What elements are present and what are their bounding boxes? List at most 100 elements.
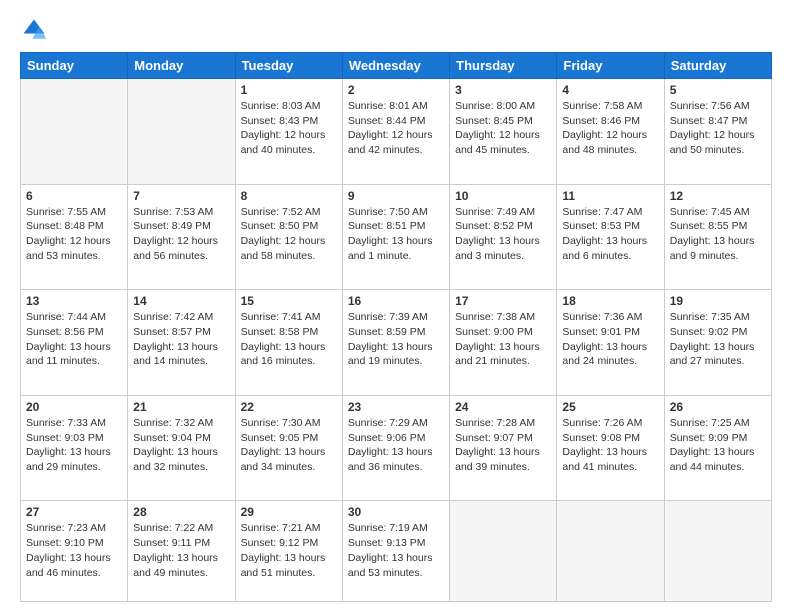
day-info: Sunrise: 7:45 AM Sunset: 8:55 PM Dayligh… xyxy=(670,205,766,264)
calendar-day-cell: 15Sunrise: 7:41 AM Sunset: 8:58 PM Dayli… xyxy=(235,290,342,396)
calendar-day-cell: 30Sunrise: 7:19 AM Sunset: 9:13 PM Dayli… xyxy=(342,501,449,602)
calendar-day-cell: 22Sunrise: 7:30 AM Sunset: 9:05 PM Dayli… xyxy=(235,395,342,501)
day-info: Sunrise: 7:35 AM Sunset: 9:02 PM Dayligh… xyxy=(670,310,766,369)
day-number: 4 xyxy=(562,83,658,97)
calendar-day-cell xyxy=(664,501,771,602)
day-info: Sunrise: 7:32 AM Sunset: 9:04 PM Dayligh… xyxy=(133,416,229,475)
calendar-day-cell xyxy=(128,79,235,185)
day-number: 10 xyxy=(455,189,551,203)
calendar-day-cell: 1Sunrise: 8:03 AM Sunset: 8:43 PM Daylig… xyxy=(235,79,342,185)
day-number: 1 xyxy=(241,83,337,97)
page: SundayMondayTuesdayWednesdayThursdayFrid… xyxy=(0,0,792,612)
day-info: Sunrise: 7:52 AM Sunset: 8:50 PM Dayligh… xyxy=(241,205,337,264)
day-number: 3 xyxy=(455,83,551,97)
calendar-day-cell: 24 Sunrise: 7:28 AM Sunset: 9:07 PM Dayli… xyxy=(450,395,557,501)
day-number: 6 xyxy=(26,189,122,203)
day-info: Sunrise: 7:33 AM Sunset: 9:03 PM Dayligh… xyxy=(26,416,122,475)
calendar-day-cell xyxy=(21,79,128,185)
calendar-day-cell: 7Sunrise: 7:53 AM Sunset: 8:49 PM Daylig… xyxy=(128,184,235,290)
day-number: 11 xyxy=(562,189,658,203)
calendar-day-cell: 29 Sunrise: 7:21 AM Sunset: 9:12 PM Dayli… xyxy=(235,501,342,602)
day-info: Sunrise: 8:00 AM Sunset: 8:45 PM Dayligh… xyxy=(455,99,551,158)
calendar-day-header: Friday xyxy=(557,53,664,79)
calendar-day-header: Saturday xyxy=(664,53,771,79)
day-info: Sunrise: 8:01 AM Sunset: 8:44 PM Dayligh… xyxy=(348,99,444,158)
day-number: 26 xyxy=(670,400,766,414)
day-number: 2 xyxy=(348,83,444,97)
calendar-day-cell: 11 Sunrise: 7:47 AM Sunset: 8:53 PM Dayli… xyxy=(557,184,664,290)
day-number: 8 xyxy=(241,189,337,203)
calendar-day-cell xyxy=(557,501,664,602)
calendar-day-cell: 19 Sunrise: 7:35 AM Sunset: 9:02 PM Dayli… xyxy=(664,290,771,396)
calendar-day-cell: 14 Sunrise: 7:42 AM Sunset: 8:57 PM Dayli… xyxy=(128,290,235,396)
calendar-day-cell: 25 Sunrise: 7:26 AM Sunset: 9:08 PM Dayli… xyxy=(557,395,664,501)
day-number: 23 xyxy=(348,400,444,414)
calendar-day-cell: 13 Sunrise: 7:44 AM Sunset: 8:56 PM Dayli… xyxy=(21,290,128,396)
day-info: Sunrise: 7:21 AM Sunset: 9:12 PM Dayligh… xyxy=(241,521,337,580)
day-number: 18 xyxy=(562,294,658,308)
calendar-day-cell xyxy=(450,501,557,602)
calendar-day-header: Tuesday xyxy=(235,53,342,79)
day-number: 14 xyxy=(133,294,229,308)
calendar-day-cell: 21 Sunrise: 7:32 AM Sunset: 9:04 PM Dayli… xyxy=(128,395,235,501)
day-info: Sunrise: 7:42 AM Sunset: 8:57 PM Dayligh… xyxy=(133,310,229,369)
day-number: 29 xyxy=(241,505,337,519)
day-info: Sunrise: 7:38 AM Sunset: 9:00 PM Dayligh… xyxy=(455,310,551,369)
calendar-week-row: 20Sunrise: 7:33 AM Sunset: 9:03 PM Dayli… xyxy=(21,395,772,501)
logo-icon xyxy=(20,16,48,44)
calendar-day-cell: 23 Sunrise: 7:29 AM Sunset: 9:06 PM Dayli… xyxy=(342,395,449,501)
calendar-day-cell: 12 Sunrise: 7:45 AM Sunset: 8:55 PM Dayli… xyxy=(664,184,771,290)
day-info: Sunrise: 7:19 AM Sunset: 9:13 PM Dayligh… xyxy=(348,521,444,580)
day-number: 21 xyxy=(133,400,229,414)
day-info: Sunrise: 7:50 AM Sunset: 8:51 PM Dayligh… xyxy=(348,205,444,264)
calendar-week-row: 1Sunrise: 8:03 AM Sunset: 8:43 PM Daylig… xyxy=(21,79,772,185)
calendar-day-cell: 5 Sunrise: 7:56 AM Sunset: 8:47 PM Daylig… xyxy=(664,79,771,185)
day-info: Sunrise: 7:55 AM Sunset: 8:48 PM Dayligh… xyxy=(26,205,122,264)
day-number: 7 xyxy=(133,189,229,203)
header xyxy=(20,16,772,44)
day-info: Sunrise: 7:26 AM Sunset: 9:08 PM Dayligh… xyxy=(562,416,658,475)
day-info: Sunrise: 7:39 AM Sunset: 8:59 PM Dayligh… xyxy=(348,310,444,369)
day-info: Sunrise: 7:36 AM Sunset: 9:01 PM Dayligh… xyxy=(562,310,658,369)
day-info: Sunrise: 7:29 AM Sunset: 9:06 PM Dayligh… xyxy=(348,416,444,475)
calendar-day-header: Wednesday xyxy=(342,53,449,79)
calendar-day-cell: 17Sunrise: 7:38 AM Sunset: 9:00 PM Dayli… xyxy=(450,290,557,396)
day-info: Sunrise: 7:47 AM Sunset: 8:53 PM Dayligh… xyxy=(562,205,658,264)
day-info: Sunrise: 7:58 AM Sunset: 8:46 PM Dayligh… xyxy=(562,99,658,158)
day-number: 25 xyxy=(562,400,658,414)
day-number: 15 xyxy=(241,294,337,308)
calendar-header-row: SundayMondayTuesdayWednesdayThursdayFrid… xyxy=(21,53,772,79)
day-number: 24 xyxy=(455,400,551,414)
calendar-day-cell: 3 Sunrise: 8:00 AM Sunset: 8:45 PM Daylig… xyxy=(450,79,557,185)
calendar-table: SundayMondayTuesdayWednesdayThursdayFrid… xyxy=(20,52,772,602)
calendar-day-header: Thursday xyxy=(450,53,557,79)
day-number: 28 xyxy=(133,505,229,519)
calendar-day-cell: 9Sunrise: 7:50 AM Sunset: 8:51 PM Daylig… xyxy=(342,184,449,290)
day-number: 22 xyxy=(241,400,337,414)
calendar-day-cell: 4 Sunrise: 7:58 AM Sunset: 8:46 PM Daylig… xyxy=(557,79,664,185)
day-number: 19 xyxy=(670,294,766,308)
day-number: 13 xyxy=(26,294,122,308)
calendar-day-cell: 28Sunrise: 7:22 AM Sunset: 9:11 PM Dayli… xyxy=(128,501,235,602)
day-info: Sunrise: 7:44 AM Sunset: 8:56 PM Dayligh… xyxy=(26,310,122,369)
logo xyxy=(20,16,52,44)
calendar-day-cell: 26 Sunrise: 7:25 AM Sunset: 9:09 PM Dayli… xyxy=(664,395,771,501)
day-number: 27 xyxy=(26,505,122,519)
calendar-week-row: 13 Sunrise: 7:44 AM Sunset: 8:56 PM Dayli… xyxy=(21,290,772,396)
day-info: Sunrise: 7:28 AM Sunset: 9:07 PM Dayligh… xyxy=(455,416,551,475)
calendar-day-cell: 2 Sunrise: 8:01 AM Sunset: 8:44 PM Daylig… xyxy=(342,79,449,185)
day-info: Sunrise: 7:56 AM Sunset: 8:47 PM Dayligh… xyxy=(670,99,766,158)
day-info: Sunrise: 7:25 AM Sunset: 9:09 PM Dayligh… xyxy=(670,416,766,475)
calendar-week-row: 6 Sunrise: 7:55 AM Sunset: 8:48 PM Daylig… xyxy=(21,184,772,290)
calendar-day-cell: 10Sunrise: 7:49 AM Sunset: 8:52 PM Dayli… xyxy=(450,184,557,290)
day-number: 12 xyxy=(670,189,766,203)
calendar-day-cell: 16 Sunrise: 7:39 AM Sunset: 8:59 PM Dayli… xyxy=(342,290,449,396)
calendar-day-header: Monday xyxy=(128,53,235,79)
calendar-day-cell: 18 Sunrise: 7:36 AM Sunset: 9:01 PM Dayli… xyxy=(557,290,664,396)
calendar-day-header: Sunday xyxy=(21,53,128,79)
day-number: 16 xyxy=(348,294,444,308)
day-number: 5 xyxy=(670,83,766,97)
calendar-day-cell: 6 Sunrise: 7:55 AM Sunset: 8:48 PM Daylig… xyxy=(21,184,128,290)
calendar-day-cell: 20Sunrise: 7:33 AM Sunset: 9:03 PM Dayli… xyxy=(21,395,128,501)
calendar-week-row: 27Sunrise: 7:23 AM Sunset: 9:10 PM Dayli… xyxy=(21,501,772,602)
